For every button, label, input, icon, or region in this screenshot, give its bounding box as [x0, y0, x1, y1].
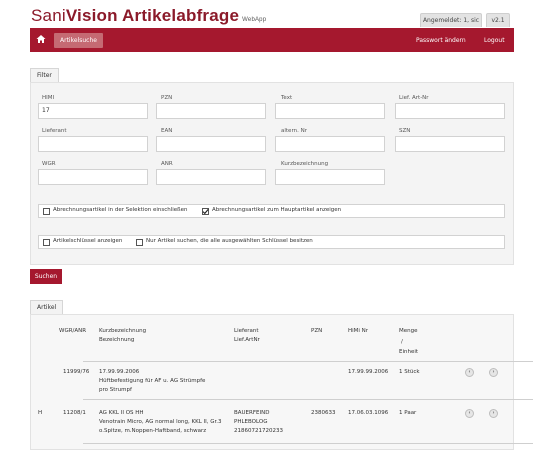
col-header-kurzbezeichnung: Kurzbezeichnung: [99, 328, 147, 334]
nur-artikel-checkbox[interactable]: [136, 239, 143, 246]
col-header-pzn: PZN: [311, 328, 323, 334]
label-anr: ANR: [161, 161, 173, 167]
row2-prev-icon[interactable]: ‹: [465, 409, 474, 418]
row1-next-icon[interactable]: ›: [489, 368, 498, 377]
kurzbezeichnung-input[interactable]: [275, 169, 385, 185]
logout-link[interactable]: Logout: [484, 33, 505, 48]
row2-bezeichnung-line1: Venotrain Micro, AG normal long, KKL II,…: [99, 419, 222, 425]
row1-kurzbezeichnung: 17.99.99.2006: [99, 369, 140, 375]
label-lief-art-nr: Lief. Art-Nr: [399, 95, 429, 101]
label-himi: HIMI: [42, 95, 55, 101]
brand-subtitle: WebApp: [242, 17, 267, 23]
filter-panel: HIMI 17 PZN Text Lief. Art-Nr Lieferant …: [30, 82, 514, 265]
row2-kurzbezeichnung: AG KKL II OS HH: [99, 410, 144, 416]
row2-lieferant-line3: 21860721720233: [234, 428, 283, 434]
tab-filter[interactable]: Filter: [30, 68, 59, 82]
col-header-wgr-anr: WGR/ANR: [59, 328, 87, 334]
text-input[interactable]: [275, 103, 385, 119]
logged-in-badge[interactable]: Angemeldet: 1, sic: [420, 13, 482, 27]
label-altern-nr: altern. Nr: [281, 128, 307, 134]
col-header-menge: Menge: [399, 328, 418, 334]
col-header-lieferant: Lieferant: [234, 328, 259, 334]
nav-tab-artikelsuche[interactable]: Artikelsuche: [54, 33, 103, 48]
row-divider: [83, 399, 533, 400]
anr-input[interactable]: [156, 169, 266, 185]
row2-bezeichnung-line2: o.Spitze, m.Noppen-Haftband, schwarz: [99, 428, 207, 434]
row2-menge: 1 Paar: [399, 410, 417, 416]
row2-wgr-anr: 11208/1: [63, 410, 86, 416]
main-navbar: Artikelsuche Passwort ändern Logout: [30, 28, 514, 52]
label-ean: EAN: [161, 128, 173, 134]
label-szn: SZN: [399, 128, 411, 134]
search-button[interactable]: Suchen: [30, 269, 62, 284]
abrechnung-selektion-checkbox[interactable]: [43, 208, 50, 215]
abrechnung-hauptartikel-checkbox[interactable]: [202, 208, 209, 215]
tab-artikel[interactable]: Artikel: [30, 300, 64, 314]
col-header-slash: /: [401, 339, 403, 345]
schluessel-anzeigen-label: Artikelschlüssel anzeigen: [53, 238, 123, 244]
label-lieferant: Lieferant: [42, 128, 67, 134]
row-divider: [83, 443, 533, 444]
checkmark-icon: [202, 209, 209, 215]
app-logo: SaniVision Artikelabfrage WebApp: [31, 6, 266, 26]
header-divider: [83, 361, 533, 362]
row2-himi: 17.06.03.1096: [348, 410, 389, 416]
pzn-input[interactable]: [156, 103, 266, 119]
lieferant-input[interactable]: [38, 136, 148, 152]
label-pzn: PZN: [161, 95, 173, 101]
checkbox-row-abrechnung: Abrechnungsartikel in der Selektion eins…: [38, 204, 505, 218]
checkbox-row-schluessel: Artikelschlüssel anzeigen Nur Artikel su…: [38, 235, 505, 249]
altern-nr-input[interactable]: [275, 136, 385, 152]
row1-wgr-anr: 11999/76: [63, 369, 90, 375]
abrechnung-selektion-label: Abrechnungsartikel in der Selektion eins…: [53, 207, 188, 213]
brand-part1: Sani: [31, 6, 66, 25]
himi-input[interactable]: 17: [38, 103, 148, 119]
brand-part3: Artikelabfrage: [117, 6, 240, 25]
artikel-table: WGR/ANR Kurzbezeichnung Bezeichnung Lief…: [30, 314, 533, 450]
row1-bezeichnung-line2: pro Strumpf: [99, 387, 132, 393]
nur-artikel-label: Nur Artikel suchen, die alle ausgewählte…: [146, 238, 313, 244]
brand-part2: Vision: [65, 6, 118, 25]
change-password-link[interactable]: Passwort ändern: [416, 33, 466, 48]
row2-pzn: 2380633: [311, 410, 336, 416]
home-icon[interactable]: [36, 34, 46, 44]
row2-next-icon[interactable]: ›: [489, 409, 498, 418]
abrechnung-hauptartikel-label: Abrechnungsartikel zum Hauptartikel anze…: [212, 207, 342, 213]
szn-input[interactable]: [395, 136, 505, 152]
row2-lieferant-line1: BAUERFEIND: [234, 410, 270, 416]
row1-himi: 17.99.99.2006: [348, 369, 389, 375]
label-wgr: WGR: [42, 161, 56, 167]
row1-bezeichnung-line1: Hüftbefestigung für AF u. AG Strümpfe: [99, 378, 206, 384]
label-kurzbezeichnung: Kurzbezeichnung: [281, 161, 329, 167]
lief-art-nr-input[interactable]: [395, 103, 505, 119]
label-text: Text: [281, 95, 293, 101]
row1-menge: 1 Stück: [399, 369, 420, 375]
col-header-einheit: Einheit: [399, 349, 419, 355]
wgr-input[interactable]: [38, 169, 148, 185]
version-badge: v2.1: [486, 13, 510, 27]
row1-prev-icon[interactable]: ‹: [465, 368, 474, 377]
row2-lieferant-line2: PHLEBOLOG: [234, 419, 268, 425]
ean-input[interactable]: [156, 136, 266, 152]
col-header-bezeichnung: Bezeichnung: [99, 337, 135, 343]
row2-flag: H: [38, 410, 43, 416]
schluessel-anzeigen-checkbox[interactable]: [43, 239, 50, 246]
app-header: SaniVision Artikelabfrage WebApp Angemeld…: [0, 0, 534, 30]
col-header-lief-artnr: Lief.ArtNr: [234, 337, 260, 343]
col-header-himi: HiMi Nr: [348, 328, 369, 334]
